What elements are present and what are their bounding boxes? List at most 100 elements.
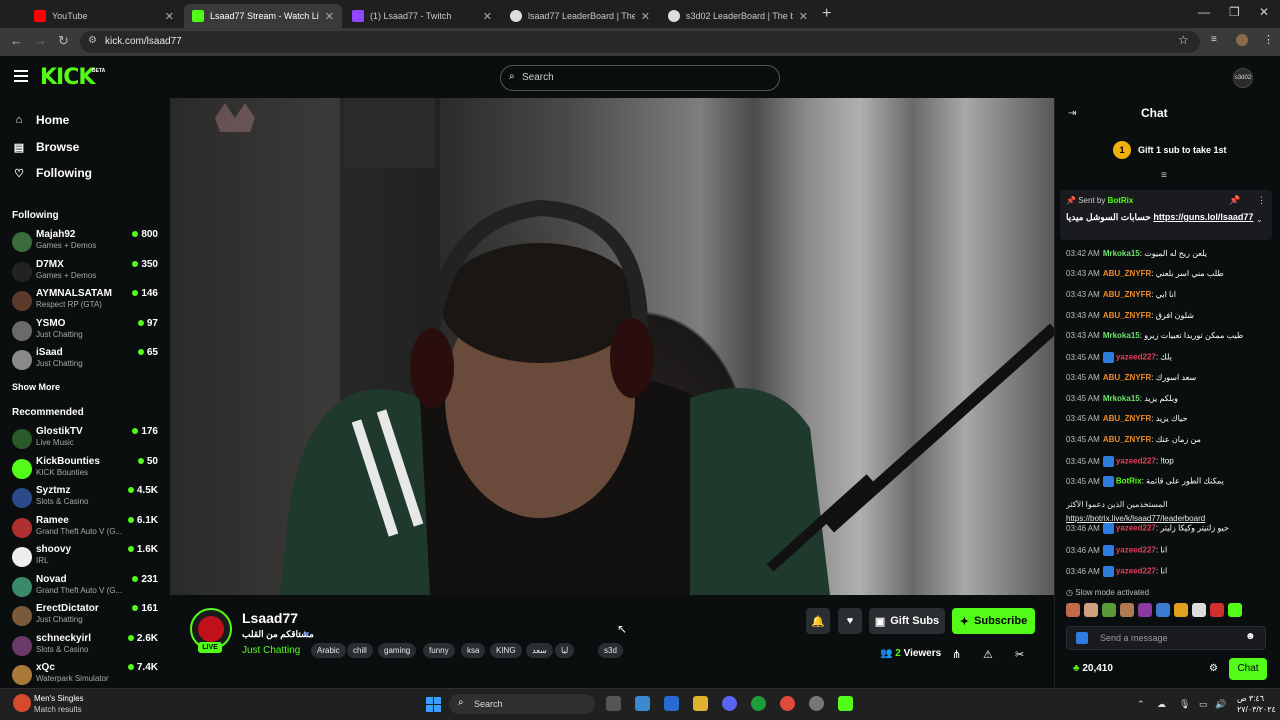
stream-category-link[interactable]: Just Chatting xyxy=(242,645,300,656)
tab-twitch[interactable]: (1) Lsaad77 - Twitch ✕ xyxy=(344,4,500,28)
sidebar-channel-syztmz[interactable]: Syztmz Slots & Casino 4.5K xyxy=(12,485,160,513)
message-username[interactable]: Mrkoka15 xyxy=(1103,394,1140,403)
tray-chevron-icon[interactable]: ⌃ xyxy=(1137,699,1145,710)
sidebar-channel-ramee[interactable]: Ramee Grand Theft Auto V (G... 6.1K xyxy=(12,515,160,543)
emote-icon[interactable] xyxy=(1228,603,1242,617)
sidebar-channel-aymnalsatam[interactable]: AYMNALSATAM Respect RP (GTA) 146 xyxy=(12,288,160,316)
tag-chip[interactable]: funny xyxy=(423,643,455,658)
maximize-icon[interactable]: ❐ xyxy=(1229,5,1240,19)
subscribe-button[interactable]: ✦ Subscribe xyxy=(952,608,1035,634)
sidebar-channel-xqc[interactable]: xQc Waterpark Simulator 7.4K xyxy=(12,662,160,690)
message-username[interactable]: Mrkoka15 xyxy=(1103,249,1140,258)
streamer-name[interactable]: Lsaad77 xyxy=(242,610,298,626)
emote-icon[interactable] xyxy=(1138,603,1152,617)
chrome-icon[interactable] xyxy=(780,696,795,711)
tag-chip[interactable]: KING xyxy=(490,643,522,658)
sidebar-channel-d7mx[interactable]: D7MX Games + Demos 350 xyxy=(12,259,160,287)
forward-icon[interactable]: → xyxy=(34,33,47,48)
taskbar-search-input[interactable] xyxy=(449,694,595,714)
show-more-button[interactable]: Show More xyxy=(12,382,60,392)
close-window-icon[interactable]: ✕ xyxy=(1259,5,1269,19)
message-username[interactable]: BotRix xyxy=(1116,477,1142,486)
tag-chip[interactable]: gaming xyxy=(378,643,417,658)
message-username[interactable]: yazeed227 xyxy=(1116,524,1156,533)
message-username[interactable]: Mrkoka15 xyxy=(1103,331,1140,340)
sidebar-channel-kickbounties[interactable]: KickBounties KICK Bounties 50 xyxy=(12,456,160,484)
windows-start-icon[interactable] xyxy=(426,697,441,712)
follow-button[interactable]: ♥ xyxy=(838,608,862,634)
message-username[interactable]: ABU_ZNYFR xyxy=(1103,435,1151,444)
tab-leaderboard-1[interactable]: lsaad77 LeaderBoard | The best ✕ xyxy=(502,4,658,28)
tab-youtube[interactable]: YouTube ✕ xyxy=(26,4,182,28)
close-tab-icon[interactable]: ✕ xyxy=(325,10,334,23)
news-widget-icon[interactable] xyxy=(13,694,31,712)
message-username[interactable]: ABU_ZNYFR xyxy=(1103,414,1151,423)
sidebar-channel-ysmo[interactable]: YSMO Just Chatting 97 xyxy=(12,318,160,346)
widget-title[interactable]: Men's Singles xyxy=(34,694,84,703)
sidebar-channel-shoovy[interactable]: shoovy IRL 1.6K xyxy=(12,544,160,572)
send-chat-button[interactable]: Chat xyxy=(1229,658,1267,680)
sidebar-channel-novad[interactable]: Novad Grand Theft Auto V (G... 231 xyxy=(12,574,160,602)
sidebar-channel-isaad[interactable]: iSaad Just Chatting 65 xyxy=(12,347,160,375)
app-icon[interactable] xyxy=(809,696,824,711)
new-tab-icon[interactable]: + xyxy=(822,5,831,23)
discord-icon[interactable] xyxy=(722,696,737,711)
microphone-icon[interactable]: 🎙 xyxy=(1179,699,1190,710)
report-icon[interactable]: ⚠ xyxy=(983,648,993,661)
emote-icon[interactable] xyxy=(1102,603,1116,617)
expand-leaderboard-icon[interactable]: ≡ xyxy=(1161,170,1167,181)
close-tab-icon[interactable]: ✕ xyxy=(641,10,650,23)
tag-chip[interactable]: s3d xyxy=(598,643,623,658)
pinned-username[interactable]: BotRix xyxy=(1108,196,1134,205)
tag-chip[interactable]: chill xyxy=(347,643,373,658)
tag-chip[interactable]: ksa xyxy=(461,643,486,658)
sidebar-item-home[interactable]: ⌂ Home xyxy=(12,113,70,127)
chevron-down-icon[interactable]: ⌄ xyxy=(1256,215,1263,224)
tag-chip[interactable]: ليا xyxy=(555,643,575,658)
xbox-icon[interactable] xyxy=(751,696,766,711)
volume-icon[interactable]: 🔊 xyxy=(1215,699,1226,710)
close-tab-icon[interactable]: ✕ xyxy=(799,10,808,23)
message-username[interactable]: ABU_ZNYFR xyxy=(1103,290,1151,299)
message-username[interactable]: yazeed227 xyxy=(1116,546,1156,555)
sidebar-channel-majah92[interactable]: Majah92 Games + Demos 800 xyxy=(12,229,160,257)
emote-icon[interactable] xyxy=(1120,603,1134,617)
back-icon[interactable]: ← xyxy=(10,33,23,48)
clock-time[interactable]: ٣:٤٦ ص xyxy=(1237,694,1264,703)
message-username[interactable]: yazeed227 xyxy=(1116,457,1156,466)
message-username[interactable]: yazeed227 xyxy=(1116,353,1156,362)
gift-subs-button[interactable]: ▣ Gift Subs xyxy=(869,608,945,634)
store-icon[interactable] xyxy=(664,696,679,711)
message-username[interactable]: ABU_ZNYFR xyxy=(1103,373,1151,382)
message-username[interactable]: yazeed227 xyxy=(1116,567,1156,576)
file-explorer-icon[interactable] xyxy=(693,696,708,711)
sidebar-item-following[interactable]: ♡ Following xyxy=(12,166,92,180)
clip-icon[interactable]: ✂ xyxy=(1015,648,1024,661)
emote-icon[interactable] xyxy=(1156,603,1170,617)
browser-menu-icon[interactable]: ⋮ xyxy=(1263,33,1274,46)
emote-icon[interactable] xyxy=(1210,603,1224,617)
notification-bell-button[interactable]: 🔔 xyxy=(806,608,830,634)
minimize-icon[interactable]: — xyxy=(1198,5,1210,19)
message-username[interactable]: ABU_ZNYFR xyxy=(1103,311,1151,320)
sidebar-item-browse[interactable]: ▤ Browse xyxy=(12,140,80,154)
clock-date[interactable]: ٢٧/٠٣/٢٠٢٤ xyxy=(1237,705,1276,714)
collapse-chat-icon[interactable]: ⇥ xyxy=(1068,108,1076,119)
profile-avatar-icon[interactable] xyxy=(1236,34,1248,46)
kick-logo[interactable]: KICK xyxy=(40,65,95,90)
share-icon[interactable]: ⋔ xyxy=(952,648,961,661)
more-options-icon[interactable]: ⋮ xyxy=(1257,195,1266,206)
kick-app-icon[interactable] xyxy=(838,696,853,711)
sidebar-channel-glostiktv[interactable]: GlostikTV Live Music 176 xyxy=(12,426,160,454)
emoji-picker-icon[interactable]: ☻ xyxy=(1245,631,1256,642)
channel-points[interactable]: ♣ 20,410 xyxy=(1073,663,1113,674)
network-icon[interactable]: ▭ xyxy=(1199,699,1208,710)
pin-icon[interactable]: 📌 xyxy=(1229,195,1240,206)
url-input[interactable] xyxy=(80,31,1200,53)
site-info-icon[interactable]: ⚙ xyxy=(88,35,97,46)
user-avatar[interactable]: s3d02 xyxy=(1233,68,1253,88)
emote-icon[interactable] xyxy=(1066,603,1080,617)
sidebar-channel-erectdictator[interactable]: ErectDictator Just Chatting 161 xyxy=(12,603,160,631)
video-player[interactable] xyxy=(170,98,1054,595)
reading-list-icon[interactable]: ≡ xyxy=(1211,34,1217,45)
